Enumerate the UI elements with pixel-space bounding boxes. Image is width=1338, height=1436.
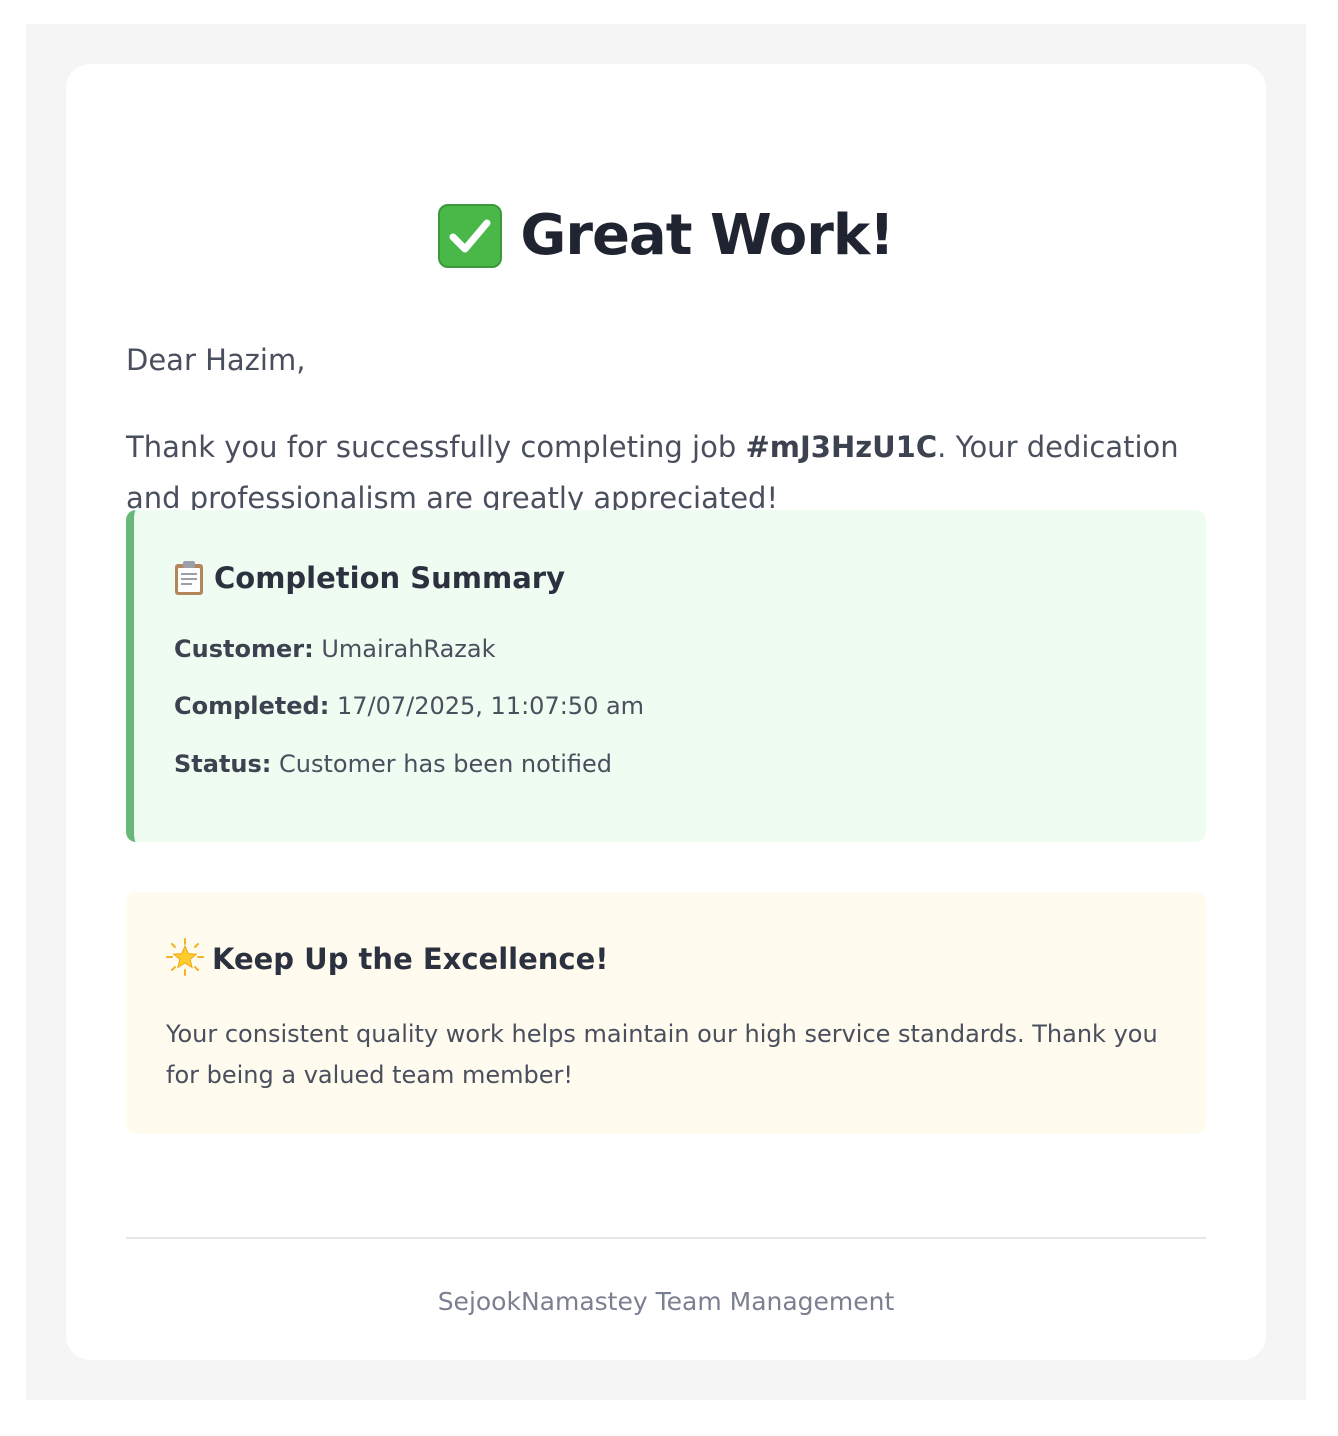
excellence-title: Keep Up the Excellence! bbox=[212, 942, 609, 976]
status-value: Customer has been notified bbox=[279, 750, 612, 778]
message-text-before: Thank you for successfully completing jo… bbox=[126, 430, 746, 464]
summary-row-customer: Customer: UmairahRazak bbox=[174, 632, 495, 666]
footer-divider bbox=[126, 1237, 1206, 1239]
excellence-box: Keep Up the Excellence! Your consistent … bbox=[126, 892, 1206, 1134]
clipboard-icon bbox=[174, 560, 204, 596]
completion-summary-header: Completion Summary bbox=[174, 558, 565, 598]
header: Great Work! bbox=[66, 200, 1266, 272]
completed-value: 17/07/2025, 11:07:50 am bbox=[336, 692, 645, 720]
page-title: Great Work! bbox=[520, 203, 894, 268]
completion-summary-box: Completion Summary Customer: UmairahRaza… bbox=[126, 510, 1206, 842]
customer-label: Customer: bbox=[174, 635, 314, 663]
thank-you-message: Thank you for successfully completing jo… bbox=[126, 422, 1216, 524]
footer-text: SejookNamastey Team Management bbox=[437, 1287, 895, 1316]
completion-summary-title: Completion Summary bbox=[214, 561, 566, 595]
excellence-text: Your consistent quality work helps maint… bbox=[166, 1020, 1158, 1089]
summary-row-completed: Completed: 17/07/2025, 11:07:50 am bbox=[174, 689, 644, 723]
email-background: Great Work! Dear Hazim, Thank you for su… bbox=[26, 24, 1306, 1400]
check-mark-icon bbox=[438, 204, 503, 268]
status-label: Status: bbox=[174, 750, 272, 778]
customer-value: UmairahRazak bbox=[321, 635, 496, 663]
completed-label: Completed: bbox=[174, 692, 330, 720]
greeting: Dear Hazim, bbox=[126, 343, 306, 377]
star-icon bbox=[166, 938, 204, 980]
summary-row-status: Status: Customer has been notified bbox=[174, 747, 612, 781]
job-id: #mJ3HzU1C bbox=[745, 430, 938, 464]
excellence-header: Keep Up the Excellence! bbox=[166, 938, 608, 980]
email-card: Great Work! Dear Hazim, Thank you for su… bbox=[66, 64, 1266, 1360]
